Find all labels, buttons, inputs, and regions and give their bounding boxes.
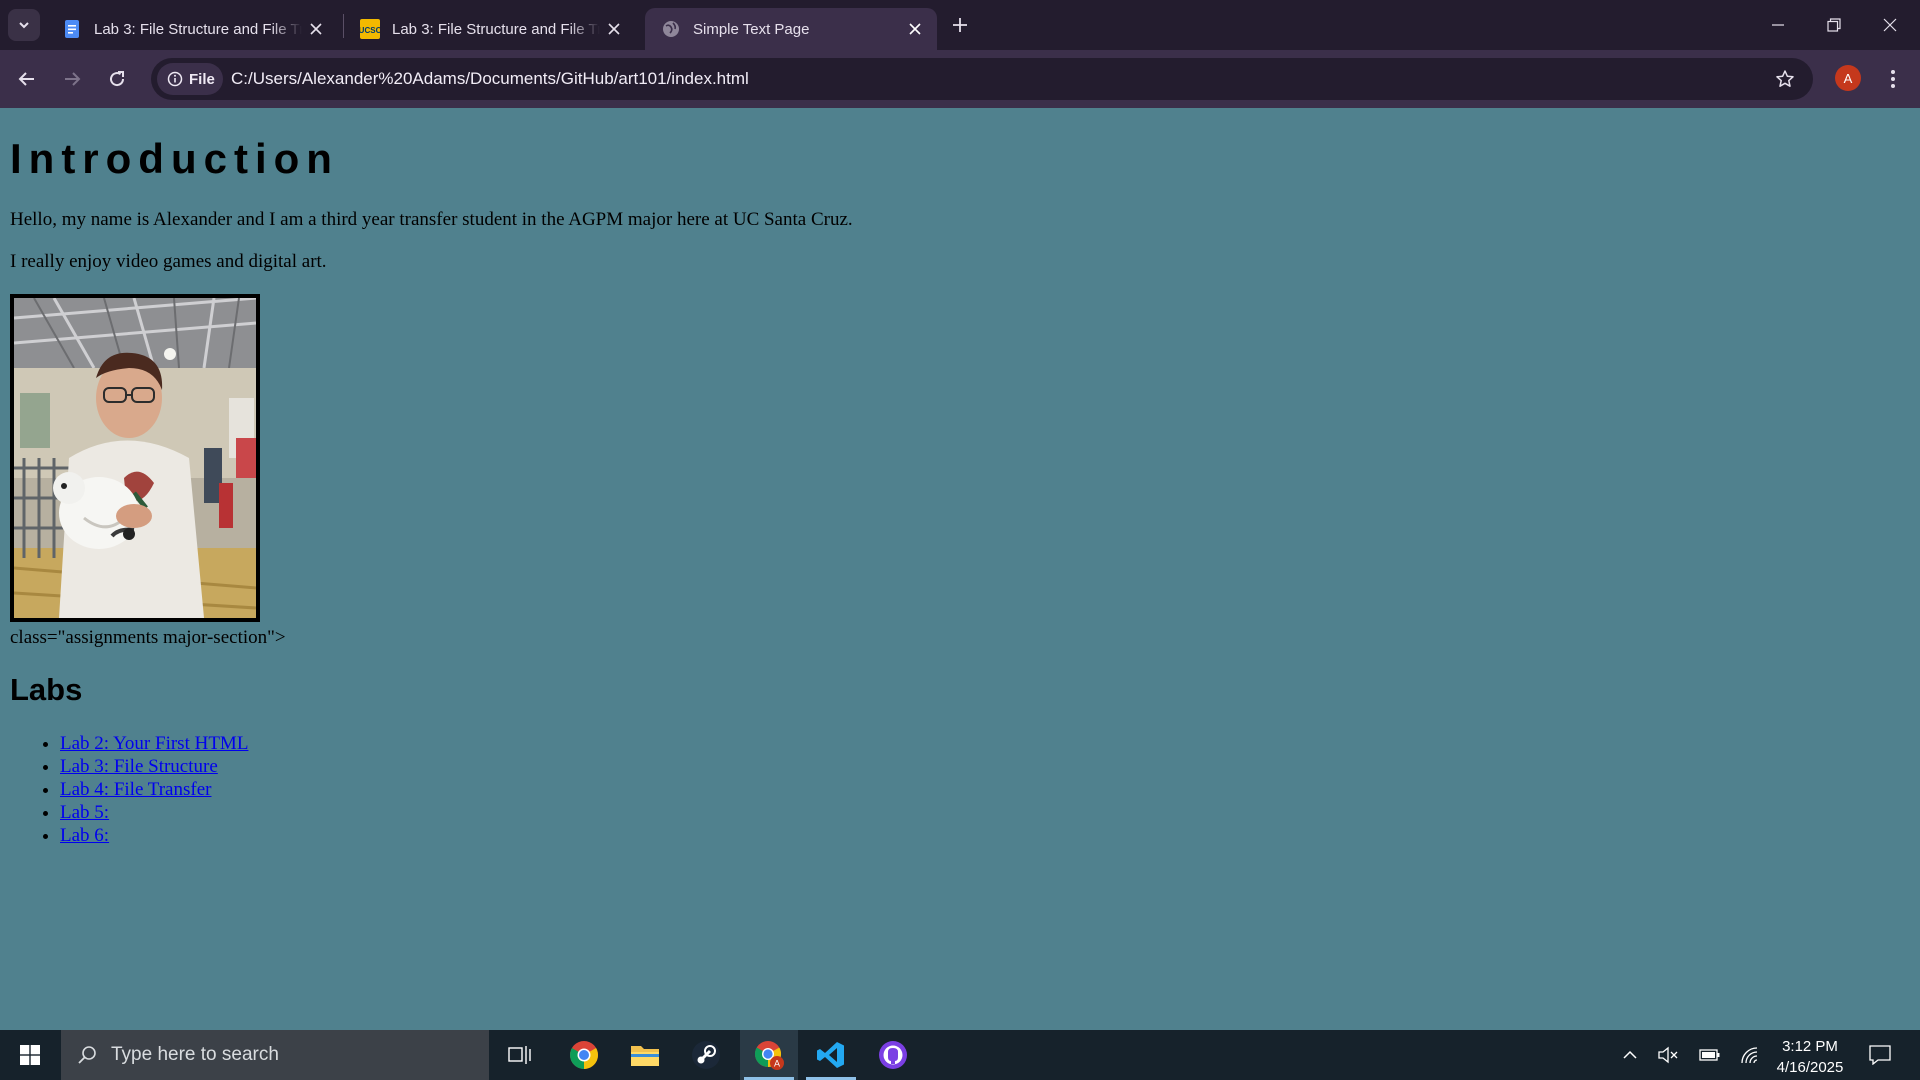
labs-list: Lab 2: Your First HTML Lab 3: File Struc… (10, 732, 248, 847)
web-page-content: Introduction Hello, my name is Alexander… (0, 108, 1920, 1030)
kebab-menu-icon (1891, 70, 1895, 88)
tab-title: Lab 3: File Structure and File Transfer (94, 20, 302, 38)
browser-menu-button[interactable] (1877, 63, 1909, 95)
forward-button[interactable] (56, 63, 88, 95)
close-icon (1883, 18, 1897, 32)
battery-button[interactable] (1694, 1030, 1726, 1080)
new-tab-button[interactable] (945, 10, 975, 40)
notification-center-icon (1869, 1045, 1891, 1065)
taskbar-github-desktop[interactable] (864, 1030, 922, 1080)
clock-time: 3:12 PM (1782, 1038, 1838, 1055)
start-button[interactable] (0, 1030, 60, 1080)
plus-icon (953, 18, 967, 32)
tab-lab3-ucsc[interactable]: UCSC Lab 3: File Structure and File Tran… (344, 8, 636, 50)
back-button[interactable] (11, 63, 43, 95)
close-icon (909, 23, 921, 35)
list-item: Lab 6: (60, 824, 248, 847)
restore-button[interactable] (1806, 0, 1862, 50)
close-tab-button[interactable] (901, 15, 929, 43)
speaker-muted-icon (1658, 1046, 1678, 1064)
globe-icon (663, 21, 679, 37)
lab-2-link[interactable]: Lab 2: Your First HTML (60, 733, 248, 754)
lab-5-link[interactable]: Lab 5: (60, 802, 109, 823)
profile-photo (10, 294, 260, 622)
taskbar-chrome[interactable] (555, 1030, 613, 1080)
tab-lab3-docs[interactable]: Lab 3: File Structure and File Transfer (46, 8, 338, 50)
site-info-chip[interactable]: File (157, 63, 223, 95)
vscode-icon (817, 1042, 844, 1068)
taskbar-file-explorer[interactable] (616, 1030, 674, 1080)
close-icon (310, 23, 322, 35)
arrow-left-icon (18, 72, 34, 86)
close-tab-button[interactable] (600, 15, 628, 43)
wifi-icon (1741, 1047, 1758, 1064)
taskbar-clock[interactable]: 3:12 PM 4/16/2025 (1770, 1036, 1850, 1078)
list-item: Lab 4: File Transfer (60, 778, 248, 801)
minimize-button[interactable] (1750, 0, 1806, 50)
search-icon (78, 1046, 96, 1064)
tab-search-button[interactable] (8, 9, 40, 41)
profile-avatar[interactable]: A (1835, 65, 1861, 91)
google-docs-icon (65, 20, 79, 38)
address-bar[interactable]: File C:/Users/Alexander%20Adams/Document… (151, 58, 1813, 100)
restore-icon (1827, 18, 1841, 32)
windows-logo-icon (20, 1045, 40, 1065)
file-explorer-icon (631, 1046, 659, 1066)
taskbar-search-box[interactable]: Type here to search (61, 1030, 489, 1080)
chevron-down-icon (19, 22, 29, 29)
close-icon (608, 23, 620, 35)
labs-heading: Labs (10, 672, 83, 707)
page-title: Introduction (10, 135, 339, 182)
tab-simple-text-page[interactable]: Simple Text Page (645, 8, 937, 50)
close-tab-button[interactable] (302, 15, 330, 43)
search-placeholder: Type here to search (111, 1044, 279, 1065)
reload-button[interactable] (101, 63, 133, 95)
clock-date: 4/16/2025 (1776, 1059, 1844, 1076)
list-item: Lab 3: File Structure (60, 755, 248, 778)
windows-taskbar: Type here to search A 3:12 PM 4/16/2025 (0, 1030, 1920, 1080)
browser-toolbar: File C:/Users/Alexander%20Adams/Document… (0, 50, 1920, 108)
list-item: Lab 5: (60, 801, 248, 824)
taskbar-steam[interactable] (677, 1030, 735, 1080)
star-icon (1776, 70, 1794, 87)
arrow-right-icon (65, 72, 81, 86)
taskbar-vscode[interactable] (802, 1030, 860, 1080)
interests-paragraph: I really enjoy video games and digital a… (10, 251, 327, 272)
list-item: Lab 2: Your First HTML (60, 732, 248, 755)
info-icon (167, 71, 183, 87)
steam-icon (692, 1041, 720, 1069)
stray-markup-text: class="assignments major-section"> (10, 627, 286, 648)
lab-6-link[interactable]: Lab 6: (60, 825, 109, 846)
svg-text:UCSC: UCSC (360, 26, 380, 35)
reload-icon (110, 71, 125, 87)
bookmark-button[interactable] (1769, 63, 1801, 95)
svg-text:A: A (774, 1059, 780, 1069)
battery-icon (1699, 1049, 1720, 1061)
task-view-icon (508, 1046, 531, 1064)
chrome-icon (570, 1041, 598, 1069)
close-window-button[interactable] (1862, 0, 1918, 50)
notifications-button[interactable] (1862, 1030, 1898, 1080)
chrome-profile-icon: A (754, 1041, 784, 1070)
chevron-up-icon (1623, 1050, 1637, 1059)
url-text[interactable]: C:/Users/Alexander%20Adams/Documents/Git… (231, 69, 749, 89)
ucsc-icon: UCSC (360, 19, 380, 39)
network-button[interactable] (1734, 1030, 1766, 1080)
lab-4-link[interactable]: Lab 4: File Transfer (60, 779, 211, 800)
minimize-icon (1772, 24, 1784, 26)
lab-3-link[interactable]: Lab 3: File Structure (60, 756, 218, 777)
show-hidden-icons-button[interactable] (1615, 1030, 1645, 1080)
profile-photo-image (14, 298, 256, 618)
site-info-label: File (189, 70, 215, 88)
task-view-button[interactable] (491, 1030, 549, 1080)
taskbar-chrome-profile[interactable]: A (740, 1030, 798, 1080)
tab-title: Lab 3: File Structure and File Transfer (392, 20, 600, 38)
tab-title: Simple Text Page (693, 20, 810, 38)
tab-strip: Lab 3: File Structure and File Transfer … (0, 0, 1920, 50)
github-desktop-icon (879, 1041, 907, 1069)
intro-paragraph: Hello, my name is Alexander and I am a t… (10, 209, 853, 230)
volume-button[interactable] (1652, 1030, 1684, 1080)
